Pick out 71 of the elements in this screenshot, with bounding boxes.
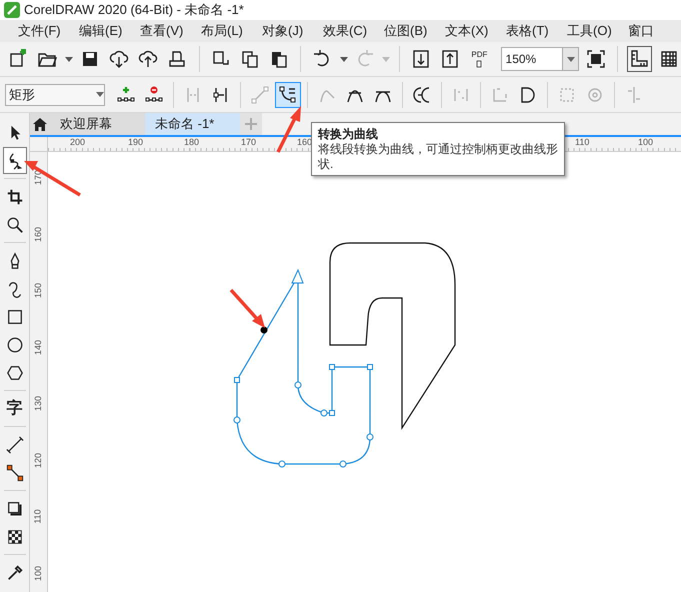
home-tab[interactable]	[30, 113, 50, 135]
tooltip-title: 转换为曲线	[318, 126, 379, 142]
window-title: CorelDRAW 2020 (64-Bit) - 未命名 -1*	[24, 1, 244, 20]
menu-item[interactable]: 效果(C)	[315, 21, 376, 41]
selected-node[interactable]	[260, 326, 268, 334]
copy-icon	[240, 49, 260, 69]
fullscreen-icon	[586, 49, 606, 69]
ruler-label: 110	[32, 509, 44, 524]
caret-icon	[64, 56, 73, 62]
plus-icon	[245, 118, 257, 130]
ruler-label: 130	[33, 396, 44, 412]
curve-segment-button[interactable]	[275, 82, 301, 108]
ruler-label: 170	[241, 137, 256, 148]
ruler-label: 140	[33, 339, 44, 355]
caret-icon	[382, 56, 390, 62]
menu-item[interactable]: 窗口	[620, 21, 681, 41]
home-icon	[33, 118, 47, 130]
annotation-arrow	[230, 288, 265, 328]
import-icon	[410, 49, 431, 69]
shape-tool-button[interactable]	[2, 147, 26, 174]
menu-item[interactable]: 表格(T)	[498, 21, 559, 41]
menu-item[interactable]: 工具(O)	[559, 21, 620, 41]
menu-item[interactable]: 对象(J)	[254, 21, 315, 41]
ruler-label: 180	[184, 137, 200, 148]
menu-item[interactable]: 位图(B)	[376, 21, 437, 41]
menu-item[interactable]: 文本(X)	[437, 21, 498, 41]
dimension-line-icon	[6, 434, 24, 454]
reverse-direction-icon	[412, 84, 432, 104]
menu-item[interactable]: 查看(V)	[132, 21, 193, 41]
new-document-icon	[8, 49, 28, 69]
zoom-icon	[6, 214, 24, 234]
eyedropper-icon	[6, 562, 24, 582]
caret-icon	[566, 56, 575, 62]
grid-icon	[658, 49, 679, 69]
cloud-upload-icon	[138, 49, 158, 69]
menu-item[interactable]: 编辑(E)	[71, 21, 132, 41]
ruler-button[interactable]	[627, 46, 652, 72]
text-tool-button[interactable]: 字	[2, 395, 26, 422]
node-plus-icon	[116, 84, 136, 104]
connector-line-icon	[6, 462, 24, 482]
export-icon	[440, 49, 460, 69]
document-icon	[474, 58, 484, 68]
publish-pdf-button[interactable]: PDF	[467, 46, 492, 72]
ruler-label: 100	[638, 137, 654, 148]
caret-icon	[340, 56, 348, 62]
annotation-arrow	[24, 161, 81, 196]
selected-curve-path[interactable]	[234, 268, 374, 468]
caret-icon	[96, 92, 104, 97]
ruler-label: 190	[128, 137, 144, 148]
line-segment-icon	[250, 84, 270, 104]
document-tab[interactable]: 欢迎屏幕	[50, 113, 145, 135]
ruler-label: 120	[33, 452, 44, 468]
menu-item[interactable]: 文件(F)	[10, 21, 71, 41]
ruler-label: 160	[33, 226, 44, 242]
ruler-icon	[629, 49, 650, 69]
ellipse-icon	[6, 334, 24, 354]
cloud-download-icon	[108, 49, 129, 69]
ruler-label: 100	[33, 565, 44, 581]
curve-segment-icon	[278, 84, 298, 104]
shape-dropdown[interactable]: 矩形	[5, 84, 105, 106]
printer-icon	[167, 49, 188, 69]
ruler-label: 110	[575, 137, 590, 148]
paste-icon	[269, 49, 290, 69]
tooltip-text: 将线段转换为曲线，可通过控制柄更改曲线形状.	[318, 142, 558, 172]
zoom-combo[interactable]: 150%	[500, 47, 580, 71]
outlined-shape[interactable]	[329, 242, 456, 429]
menu-item[interactable]: 布局(L)	[193, 21, 254, 41]
ruler-label: 150	[33, 282, 44, 298]
document-tab[interactable]: 未命名 -1*	[145, 113, 240, 135]
node-minus-icon	[144, 84, 164, 104]
ruler-label: 200	[70, 137, 86, 148]
